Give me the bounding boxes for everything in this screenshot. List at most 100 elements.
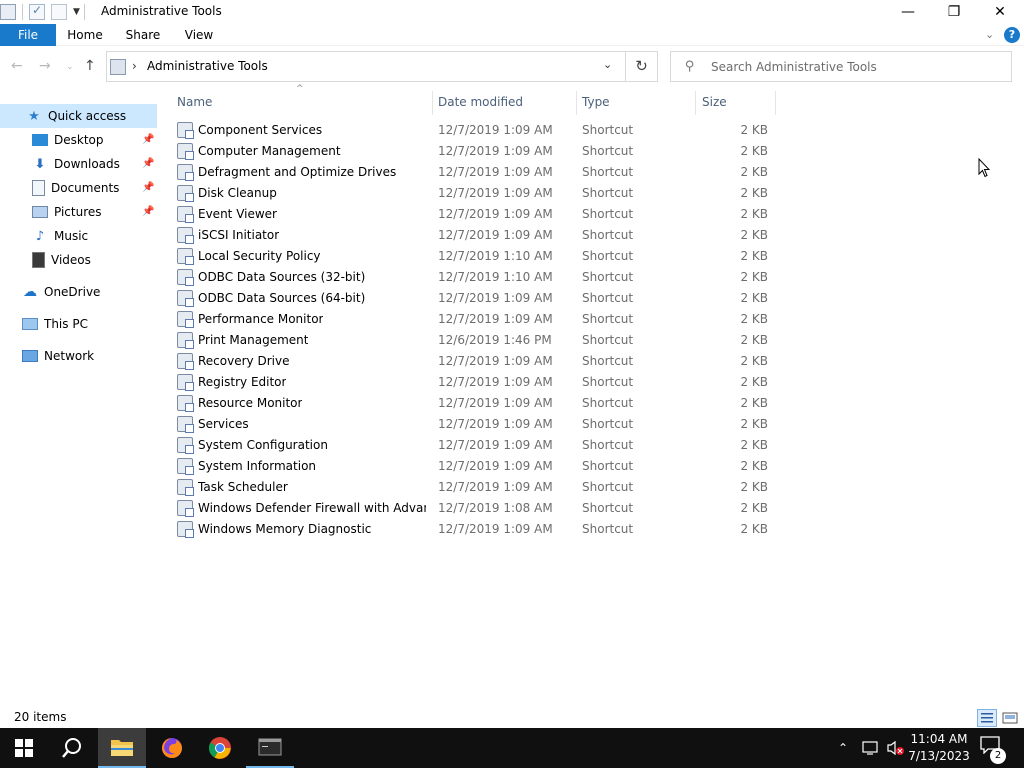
refresh-button[interactable]: ↻: [625, 51, 658, 82]
column-divider[interactable]: [695, 91, 696, 115]
breadcrumb-administrative-tools[interactable]: Administrative Tools: [147, 59, 268, 73]
address-history-chevron-icon[interactable]: ⌄: [603, 58, 612, 71]
desktop-icon: [32, 134, 48, 146]
file-row[interactable]: iSCSI Initiator 12/7/2019 1:09 AM Shortcut…: [172, 225, 782, 246]
file-row[interactable]: Task Scheduler 12/7/2019 1:09 AM Shortcut 2…: [172, 477, 782, 498]
close-button[interactable]: ✕: [977, 0, 1023, 24]
column-divider[interactable]: [432, 91, 433, 115]
file-date: 12/7/2019 1:09 AM: [438, 144, 553, 158]
taskbar-clock[interactable]: 11:04 AM 7/13/2023: [906, 731, 972, 765]
volume-muted-icon[interactable]: [886, 728, 906, 768]
close-icon: ✕: [994, 4, 1006, 20]
start-button[interactable]: [0, 728, 48, 768]
file-date: 12/7/2019 1:09 AM: [438, 396, 553, 410]
search-input[interactable]: Search Administrative Tools: [711, 60, 877, 74]
file-row[interactable]: Computer Management 12/7/2019 1:09 AM Shor…: [172, 141, 782, 162]
sidebar-item-label: Quick access: [48, 109, 127, 123]
mouse-cursor-icon: [978, 158, 990, 178]
file-row[interactable]: Windows Defender Firewall with Advanc...…: [172, 498, 782, 519]
terminal-icon: [258, 738, 282, 756]
action-center-button[interactable]: 2: [980, 736, 1008, 764]
sidebar-item-downloads[interactable]: ⬇ Downloads: [32, 152, 120, 176]
file-name: System Information: [198, 459, 317, 473]
tab-share[interactable]: Share: [118, 24, 168, 46]
sidebar-item-onedrive[interactable]: ☁ OneDrive: [22, 280, 100, 304]
back-arrow-icon[interactable]: ←: [11, 58, 23, 74]
large-icons-view-button[interactable]: [1001, 709, 1019, 727]
tab-view[interactable]: View: [176, 24, 222, 46]
file-row[interactable]: Registry Editor 12/7/2019 1:09 AM Shortcut…: [172, 372, 782, 393]
star-icon: ★: [28, 108, 40, 124]
window-app-icon[interactable]: [0, 4, 16, 20]
file-row[interactable]: Performance Monitor 12/7/2019 1:09 AM Shor…: [172, 309, 782, 330]
tab-home[interactable]: Home: [60, 24, 110, 46]
taskbar-command-prompt[interactable]: [246, 728, 294, 768]
file-row[interactable]: ODBC Data Sources (32-bit) 12/7/2019 1:10…: [172, 267, 782, 288]
show-hidden-icons-chevron-icon[interactable]: ⌃: [838, 728, 848, 768]
sidebar-item-desktop[interactable]: Desktop: [32, 128, 104, 152]
status-bar: 20 items: [0, 706, 1024, 728]
new-folder-icon[interactable]: [51, 4, 67, 20]
file-name: Event Viewer: [198, 207, 277, 221]
file-row[interactable]: Services 12/7/2019 1:09 AM Shortcut 2 KB: [172, 414, 782, 435]
sidebar-item-quick-access[interactable]: ★ Quick access: [0, 104, 157, 128]
details-view-button[interactable]: [977, 709, 997, 727]
sidebar-item-network[interactable]: Network: [22, 344, 94, 368]
recent-locations-chevron-icon[interactable]: ⌄: [66, 62, 74, 72]
restore-button[interactable]: ❐: [931, 0, 977, 24]
sidebar-item-pictures[interactable]: Pictures: [32, 200, 102, 224]
taskbar-firefox[interactable]: [148, 728, 196, 768]
taskbar-chrome[interactable]: [196, 728, 244, 768]
file-type: Shortcut: [582, 165, 634, 179]
file-name: System Configuration: [198, 438, 328, 452]
file-type: Shortcut: [582, 459, 634, 473]
file-name: Disk Cleanup: [198, 186, 277, 200]
sidebar-item-this-pc[interactable]: This PC: [22, 312, 88, 336]
sidebar-item-videos[interactable]: Videos: [32, 248, 91, 272]
column-divider[interactable]: [576, 91, 577, 115]
column-header-type[interactable]: Type: [582, 91, 610, 113]
windows-logo-icon: [15, 739, 33, 757]
file-row[interactable]: Component Services 12/7/2019 1:09 AM Short…: [172, 120, 782, 141]
address-bar[interactable]: › Administrative Tools ⌄: [106, 51, 658, 82]
file-name: ODBC Data Sources (64-bit): [198, 291, 366, 305]
sidebar-item-music[interactable]: ♪ Music: [32, 224, 88, 248]
up-arrow-icon[interactable]: ↑: [84, 58, 96, 74]
breadcrumb-separator[interactable]: ›: [132, 59, 137, 73]
sidebar-item-documents[interactable]: Documents: [32, 176, 119, 200]
file-row[interactable]: Recovery Drive 12/7/2019 1:09 AM Shortcut 2…: [172, 351, 782, 372]
computer-icon: [22, 318, 38, 330]
tab-file[interactable]: File: [0, 24, 56, 46]
file-row[interactable]: Print Management 12/6/2019 1:46 PM Shortcu…: [172, 330, 782, 351]
column-header-size[interactable]: Size: [702, 91, 727, 113]
file-row[interactable]: Resource Monitor 12/7/2019 1:09 AM Shortcu…: [172, 393, 782, 414]
customize-toolbar-chevron-icon[interactable]: ▼: [73, 7, 80, 17]
pin-icon: 📌: [142, 182, 155, 193]
file-type: Shortcut: [582, 123, 634, 137]
taskbar-file-explorer[interactable]: [98, 728, 146, 768]
file-date: 12/7/2019 1:09 AM: [438, 522, 553, 536]
taskbar-search-button[interactable]: [48, 728, 96, 768]
forward-arrow-icon[interactable]: →: [39, 58, 51, 74]
minimize-button[interactable]: —: [885, 0, 931, 24]
file-row[interactable]: Local Security Policy 12/7/2019 1:10 AM Sh…: [172, 246, 782, 267]
file-row[interactable]: Disk Cleanup 12/7/2019 1:09 AM Shortcut 2 K…: [172, 183, 782, 204]
file-row[interactable]: Windows Memory Diagnostic 12/7/2019 1:09 …: [172, 519, 782, 540]
file-row[interactable]: ODBC Data Sources (64-bit) 12/7/2019 1:09…: [172, 288, 782, 309]
search-box[interactable]: ⚲ Search Administrative Tools: [670, 51, 1012, 82]
expand-ribbon-chevron-icon[interactable]: ⌄: [985, 28, 994, 41]
network-status-icon[interactable]: [862, 728, 880, 768]
file-row[interactable]: System Information 12/7/2019 1:09 AM Short…: [172, 456, 782, 477]
file-date: 12/7/2019 1:09 AM: [438, 459, 553, 473]
file-row[interactable]: Event Viewer 12/7/2019 1:09 AM Shortcut 2 K…: [172, 204, 782, 225]
file-row[interactable]: Defragment and Optimize Drives 12/7/2019 …: [172, 162, 782, 183]
file-row[interactable]: System Configuration 12/7/2019 1:09 AM Sho…: [172, 435, 782, 456]
file-name: Recovery Drive: [198, 354, 290, 368]
column-header-name[interactable]: Name: [177, 91, 212, 113]
help-icon[interactable]: ?: [1004, 27, 1020, 43]
column-header-date-modified[interactable]: Date modified: [438, 91, 523, 113]
properties-icon[interactable]: [29, 3, 45, 20]
column-divider[interactable]: [775, 91, 776, 115]
sidebar-item-label: Desktop: [54, 133, 104, 147]
firefox-icon: [162, 738, 182, 758]
